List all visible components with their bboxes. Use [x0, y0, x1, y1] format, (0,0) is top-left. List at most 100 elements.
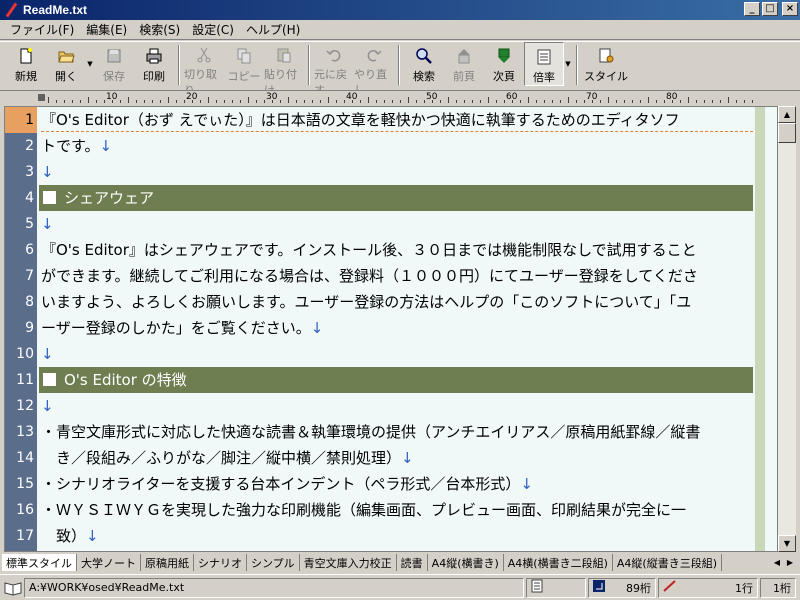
search-button[interactable]: 検索 [404, 42, 444, 86]
print-button[interactable]: 印刷 [134, 42, 174, 86]
line-number: 13 [16, 424, 34, 440]
text-editor[interactable]: 1 『O's Editor（おず えでぃた）』は日本語の文章を軽快かつ快適に執筆す… [4, 106, 778, 552]
ruler-tick [352, 100, 353, 103]
heading-line[interactable]: 4 シェアウェア [5, 185, 765, 211]
text-line[interactable]: 3 ↓ [5, 159, 765, 185]
minimize-button[interactable]: _ [744, 2, 760, 16]
status-column-width: 89桁 [588, 577, 656, 598]
text-line[interactable]: 15 ・シナリオライターを支援する台本インデント（ペラ形式／台本形式）↓ [5, 471, 765, 497]
zoom-dropdown-arrow[interactable]: ▼ [564, 42, 572, 86]
open-button-label: 開く [55, 70, 77, 83]
ruler-tick [520, 100, 521, 103]
paste-button[interactable]: 貼り付け [264, 42, 304, 97]
undo-button[interactable]: 元に戻す [314, 42, 354, 97]
ruler-tick [632, 100, 633, 103]
redo-button[interactable]: やり直し [354, 42, 394, 97]
redo-icon [364, 46, 384, 64]
tab-a4-portrait-vertical-three-column[interactable]: A4縦(縦書き三段組) [613, 554, 722, 571]
open-dropdown-arrow[interactable]: ▼ [86, 42, 94, 86]
ruler-tick [128, 97, 129, 103]
ruler-tick [408, 97, 409, 103]
tab-standard-style[interactable]: 標準スタイル [2, 554, 77, 571]
ruler-tick [480, 100, 481, 103]
tab-manuscript-paper[interactable]: 原稿用紙 [141, 554, 194, 571]
prev-page-button[interactable]: 前頁 [444, 42, 484, 86]
toolbar-separator [178, 45, 180, 85]
text-line[interactable]: 12 ↓ [5, 393, 765, 419]
open-button[interactable]: 開く [46, 42, 86, 86]
text-line[interactable]: 7 ができます。継続してご利用になる場合は、登録料（１０００円）にてユーザー登録を… [5, 263, 765, 289]
ruler-tick [600, 100, 601, 103]
ruler-tick [592, 100, 593, 103]
next-page-button[interactable]: 次頁 [484, 42, 524, 86]
ruler-tick [528, 97, 529, 103]
app-pencil-icon[interactable] [3, 2, 19, 18]
tab-college-notebook[interactable]: 大学ノート [77, 554, 141, 571]
scroll-up-button[interactable]: ▲ [778, 106, 796, 123]
next-page-button-label: 次頁 [493, 70, 515, 83]
text-line[interactable]: 10 ↓ [5, 341, 765, 367]
text-line[interactable]: 16 ・ＷＹＳＩＷＹＧを実現した強力な印刷機能（編集画面、プレビュー画面、印刷結果… [5, 497, 765, 523]
ruler-tick [432, 100, 433, 103]
new-button[interactable]: 新規 [6, 42, 46, 86]
newline-arrow-icon: ↓ [41, 163, 54, 181]
ruler-tick [376, 100, 377, 103]
tab-scroll-right-icon[interactable]: ▶ [784, 556, 796, 569]
tab-a4-portrait-horizontal[interactable]: A4縦(横書き) [428, 554, 504, 571]
style-button[interactable]: スタイル [582, 42, 630, 86]
ruler-tick [440, 100, 441, 103]
ruler-tick [576, 100, 577, 103]
tab-scroll-left-icon[interactable]: ◀ [771, 556, 783, 569]
menu-file[interactable]: ファイル(F) [4, 21, 80, 38]
copy-button[interactable]: コピー [224, 42, 264, 86]
menu-settings[interactable]: 設定(C) [186, 21, 240, 38]
ruler-tick [280, 100, 281, 103]
text-line[interactable]: 8 いますよう、よろしくお願いします。ユーザー登録の方法はヘルプの「このソフトにつ… [5, 289, 765, 315]
text-line[interactable]: 1 『O's Editor（おず えでぃた）』は日本語の文章を軽快かつ快適に執筆す… [5, 107, 765, 133]
ruler-indent-marker[interactable] [38, 94, 45, 101]
menu-help[interactable]: ヘルプ(H) [240, 21, 306, 38]
ruler-tick [184, 100, 185, 103]
cut-button[interactable]: 切り取り [184, 42, 224, 97]
toolbar-separator [308, 45, 310, 85]
tab-scenario[interactable]: シナリオ [194, 554, 247, 571]
tab-reading[interactable]: 読書 [397, 554, 428, 571]
text-line[interactable]: 9 ーザー登録のしかた」をご覧ください。↓ [5, 315, 765, 341]
status-doc-icon-cell [526, 577, 586, 598]
menu-edit[interactable]: 編集(E) [80, 21, 133, 38]
tab-a4-landscape-two-column[interactable]: A4横(横書き二段組) [504, 554, 613, 571]
text-line[interactable]: 2 トです。↓ [5, 133, 765, 159]
vertical-scrollbar[interactable]: ▲ ▼ [778, 106, 796, 552]
save-button[interactable]: 保存 [94, 42, 134, 86]
close-button[interactable]: × [782, 2, 798, 16]
ruler-tick [200, 100, 201, 103]
scroll-thumb[interactable] [778, 123, 796, 143]
heading-line[interactable]: 11 O's Editor の特徴 [5, 367, 765, 393]
ruler-tick [296, 100, 297, 103]
text-line[interactable]: 6 『O's Editor』はシェアウェアです。インストール後、３０日までは機能制… [5, 237, 765, 263]
tab-simple[interactable]: シンプル [247, 554, 300, 571]
scroll-down-button[interactable]: ▼ [778, 535, 796, 552]
ruler-tick [336, 100, 337, 103]
ruler-tick [320, 100, 321, 103]
text-line[interactable]: 13 ・青空文庫形式に対応した快適な読書＆執筆環境の提供（アンチエイリアス／原稿用… [5, 419, 765, 445]
maximize-button[interactable]: □ [762, 2, 778, 16]
line-content: シェアウェア [64, 189, 155, 207]
ruler-tick [120, 100, 121, 103]
newline-arrow-icon: ↓ [520, 475, 533, 493]
document-icon [531, 579, 543, 596]
style-button-label: スタイル [584, 70, 628, 83]
line-number: 7 [25, 268, 34, 284]
ruler-tick [360, 100, 361, 103]
text-line[interactable]: 17 致）↓ [5, 523, 765, 549]
ruler-tick [400, 100, 401, 103]
line-text: いますよう、よろしくお願いします。ユーザー登録の方法はヘルプの「このソフトについ… [41, 289, 691, 315]
tab-aozora-proofread[interactable]: 青空文庫入力校正 [300, 554, 397, 571]
ruler-tick [304, 100, 305, 103]
zoom-button[interactable]: 倍率 [524, 42, 564, 86]
text-line[interactable]: 5 ↓ [5, 211, 765, 237]
text-line[interactable]: 14 き／段組み／ふりがな／脚注／縦中横／禁則処理）↓ [5, 445, 765, 471]
ruler-tick [232, 100, 233, 103]
menu-search[interactable]: 検索(S) [133, 21, 186, 38]
ruler-tick [584, 100, 585, 103]
